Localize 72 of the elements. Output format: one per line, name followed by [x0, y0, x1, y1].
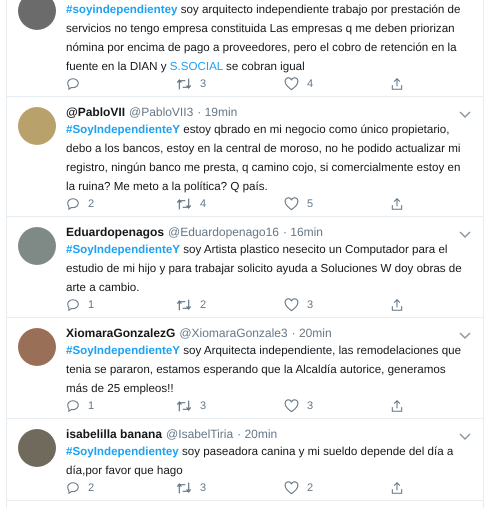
- hashtag-link[interactable]: #SoyIndependienteY: [66, 344, 180, 357]
- share-button[interactable]: [390, 399, 404, 413]
- share-button[interactable]: [390, 77, 404, 91]
- retweet-button[interactable]: 2: [176, 298, 206, 312]
- tweet-time[interactable]: · 20min: [292, 326, 332, 341]
- mention-link[interactable]: S.SOCIAL: [170, 60, 223, 73]
- reply-icon: [66, 77, 80, 91]
- heart-icon: [284, 77, 299, 91]
- heart-icon: [284, 197, 299, 211]
- reply-button[interactable]: 2: [66, 481, 94, 495]
- user-name[interactable]: isabelilla banana: [66, 427, 162, 442]
- like-button[interactable]: 3: [284, 399, 314, 413]
- chevron-down-icon[interactable]: [459, 332, 471, 340]
- share-icon: [390, 298, 404, 312]
- retweet-icon: [176, 77, 192, 91]
- user-handle[interactable]: @XiomaraGonzale3: [179, 326, 288, 341]
- like-button[interactable]: 4: [284, 77, 314, 91]
- user-handle[interactable]: @PabloVII3: [129, 105, 194, 120]
- avatar-photo-placeholder[interactable]: [18, 328, 56, 366]
- chevron-down-icon[interactable]: [459, 433, 471, 441]
- like-button[interactable]: 3: [284, 298, 314, 312]
- retweet-icon: [176, 298, 192, 312]
- reply-icon: [66, 481, 80, 495]
- share-icon: [390, 77, 404, 91]
- reply-button[interactable]: 2: [66, 197, 94, 211]
- reply-icon: [66, 197, 80, 211]
- tweet-text: #SoyIndependienteY soy Arquitecta independiente, las remodelaciones que tenia se pararon, estamos esperando que la Alcaldía autorice, generamos más de 25 empleos!!: [66, 343, 462, 397]
- hashtag-link[interactable]: #soyindependientey: [66, 3, 178, 16]
- chevron-down-icon[interactable]: [459, 111, 471, 119]
- user-name[interactable]: Eduardopenagos: [66, 225, 164, 240]
- avatar-photo-placeholder[interactable]: [18, 107, 56, 145]
- tweet-text: #SoyIndependienteY soy Artista plastico nesecito un Computador para el estudio de mi hijo y para trabajar solicito ayuda a Soluciones W doy obras de arte a cambio.: [66, 242, 463, 296]
- retweet-icon: [176, 399, 192, 413]
- tweet-text: #SoyIndependienteY estoy qbrado en mi negocio como único propietario, debo a los bancos, estoy en la central de moroso, no he podido actualizar mi registro, ningún banco me presta, q camino cojo, si comercialmente estoy en la ruina? Me meto a la política? Q país.: [66, 122, 462, 195]
- hashtag-link[interactable]: #SoyIndependienteY: [66, 243, 180, 256]
- reply-button[interactable]: [66, 77, 80, 91]
- retweet-button[interactable]: 3: [176, 481, 206, 495]
- heart-icon: [284, 399, 299, 413]
- share-icon: [390, 399, 404, 413]
- heart-icon: [284, 298, 299, 312]
- share-button[interactable]: [390, 298, 404, 312]
- user-handle[interactable]: @Eduardopenago16: [168, 225, 279, 240]
- share-icon: [390, 197, 404, 211]
- tweet-text: #SoyIndependientey soy paseadora canina y mi sueldo depende del día a día,por favor que hago: [66, 444, 454, 479]
- retweet-button[interactable]: 4: [176, 197, 206, 211]
- heart-icon: [284, 481, 299, 495]
- reply-button[interactable]: 1: [66, 298, 94, 312]
- avatar-photo-placeholder[interactable]: [18, 0, 56, 30]
- share-button[interactable]: [390, 481, 404, 495]
- tweet-text: #soyindependientey soy arquitecto independiente trabajo por prestación de servicios no tengo empresa constituida Las empresas q me deben priorizan nómina por encima de pago a proveedores, pero el cobro de retención en la fuente en la DIAN y S.SOCIAL se cobran igual: [66, 2, 462, 75]
- user-name[interactable]: @PabloVII: [66, 105, 126, 120]
- hashtag-link[interactable]: #SoyIndependienteY: [66, 123, 180, 136]
- share-button[interactable]: [390, 197, 404, 211]
- tweet-time[interactable]: · 16min: [282, 225, 323, 240]
- share-icon: [390, 481, 404, 495]
- avatar-photo-placeholder[interactable]: [18, 227, 56, 265]
- chevron-down-icon[interactable]: [459, 231, 471, 239]
- like-button[interactable]: 5: [284, 197, 314, 211]
- avatar-photo-placeholder[interactable]: [18, 429, 56, 467]
- hashtag-link[interactable]: #SoyIndependientey: [66, 445, 179, 458]
- tweet-time[interactable]: · 19min: [197, 105, 238, 120]
- reply-button[interactable]: 1: [66, 399, 94, 413]
- user-handle[interactable]: @IsabelTiria: [166, 427, 234, 442]
- retweet-button[interactable]: 3: [176, 77, 206, 91]
- like-button[interactable]: 2: [284, 481, 314, 495]
- retweet-icon: [176, 197, 192, 211]
- retweet-icon: [176, 481, 192, 495]
- tweet-time[interactable]: · 20min: [237, 427, 278, 442]
- retweet-button[interactable]: 3: [176, 399, 206, 413]
- user-name[interactable]: XiomaraGonzalezG: [66, 326, 176, 341]
- reply-icon: [66, 399, 80, 413]
- reply-icon: [66, 298, 80, 312]
